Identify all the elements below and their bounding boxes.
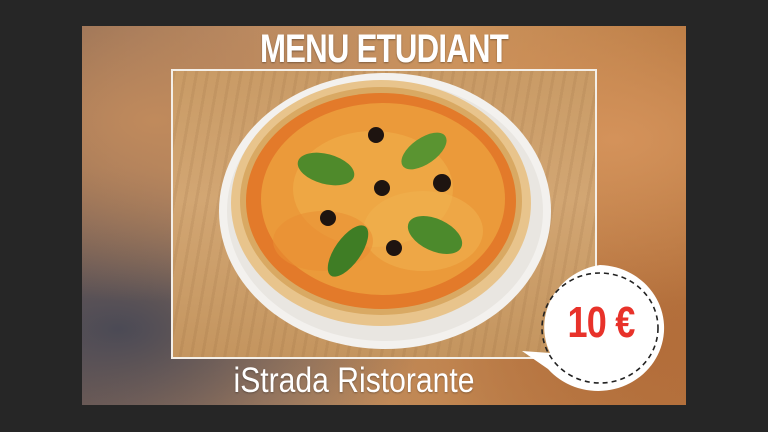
olive (374, 180, 390, 196)
olive (320, 210, 336, 226)
restaurant-name: iStrada Ristorante (233, 361, 475, 400)
video-frame: MENU ETUDIANT iStrada Ristorante 10 € (0, 0, 768, 432)
slide-title: MENU ETUDIANT (259, 27, 509, 71)
olive (433, 174, 451, 192)
olive (368, 127, 384, 143)
olive (386, 240, 402, 256)
price-label: 10 € (567, 298, 636, 347)
